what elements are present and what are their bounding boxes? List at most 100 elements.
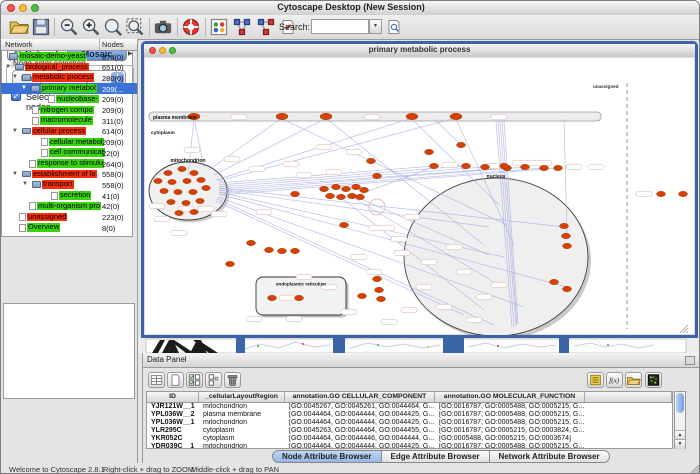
tree-row[interactable]: Overview8(0)	[1, 222, 133, 233]
tree-header[interactable]: Network Nodes	[1, 39, 133, 51]
background-windows-strip[interactable]	[138, 338, 700, 353]
table-scrollbar[interactable]: ▲ ▼	[674, 391, 686, 449]
graph-node[interactable]	[226, 261, 235, 266]
tab-node-attribute-browser[interactable]: Node Attribute Browser	[272, 450, 382, 463]
graph-node[interactable]	[375, 287, 384, 292]
tree-row[interactable]: response to stimulu264(0)	[1, 158, 133, 169]
zoom-selected-region-icon[interactable]	[103, 17, 123, 37]
attribute-table[interactable]: ID_cellularLayoutRegionannotation.GO CEL…	[146, 391, 673, 449]
disclosure-triangle-icon[interactable]: ▼	[22, 180, 28, 188]
graph-node[interactable]	[320, 113, 332, 119]
zoom-in-icon[interactable]	[81, 17, 101, 37]
table-row[interactable]: YDR039C__1mitochondrion[GO:0044464, GO:0…	[147, 443, 672, 449]
graph-node[interactable]	[377, 296, 386, 301]
graph-node[interactable]	[175, 210, 183, 215]
float-panel-icon[interactable]	[685, 356, 695, 365]
graph-node[interactable]	[342, 186, 351, 191]
attribute-batch-icon[interactable]	[587, 372, 604, 388]
network-view-b-icon[interactable]	[256, 17, 276, 37]
table-row[interactable]: YLR295Ccytoplasm[GO:0045263, GO:0044464,…	[147, 427, 672, 435]
tree-row[interactable]: ▼metabolic process280(0)	[1, 72, 133, 83]
graph-node[interactable]	[190, 170, 198, 175]
graph-node[interactable]	[196, 198, 204, 203]
graph-node[interactable]	[278, 248, 287, 253]
graph-node[interactable]	[560, 223, 569, 228]
delete-attribute-icon[interactable]	[224, 372, 241, 388]
graph-node[interactable]	[326, 193, 335, 198]
table-row[interactable]: YKR052Ccytoplasm[GO:0044464, GO:0044446,…	[147, 435, 672, 443]
graph-node[interactable]	[554, 165, 563, 170]
column-header[interactable]: _cellularLayoutRegion	[199, 392, 285, 402]
graph-node[interactable]	[167, 199, 175, 204]
new-attribute-icon[interactable]	[167, 372, 184, 388]
column-header[interactable]: ID	[147, 392, 199, 402]
graph-node[interactable]	[295, 295, 304, 300]
graph-node[interactable]	[202, 185, 210, 190]
graph-node[interactable]	[657, 191, 666, 196]
graph-node[interactable]	[540, 165, 549, 170]
tree-row[interactable]: ▼biological_process651(0)	[1, 62, 133, 73]
open-file-icon[interactable]	[9, 17, 29, 37]
attribute-table-icon[interactable]	[148, 372, 165, 388]
graph-node[interactable]	[183, 178, 191, 183]
graph-node[interactable]	[406, 113, 418, 119]
graph-node[interactable]	[430, 163, 439, 168]
network-snapshot-icon[interactable]	[153, 17, 173, 37]
graph-node[interactable]	[358, 293, 367, 298]
graph-node[interactable]	[360, 187, 369, 192]
network-canvas[interactable]: plasma membranecytoplasmmitochondrionnuc…	[144, 57, 695, 335]
graph-node[interactable]	[457, 142, 466, 147]
zoom-out-icon[interactable]	[59, 17, 79, 37]
disclosure-triangle-icon[interactable]: ▼	[12, 170, 18, 178]
graph-node[interactable]	[521, 164, 530, 169]
tree-row[interactable]: nucleobase-209(0)	[1, 94, 133, 105]
graph-node[interactable]	[500, 163, 509, 168]
graph-node[interactable]	[190, 209, 198, 214]
graph-node[interactable]	[462, 163, 471, 168]
import-attributes-icon[interactable]	[625, 372, 642, 388]
tree-row[interactable]: cellular metabol209(0)	[1, 137, 133, 148]
tree-row[interactable]: nitrogen compo209(0)	[1, 105, 133, 116]
graph-node[interactable]	[154, 178, 162, 183]
graph-node[interactable]	[373, 276, 382, 281]
scrollbar-thumb[interactable]	[676, 393, 684, 413]
table-row[interactable]: YPL036W__1mitochondrion[GO:0044464, GO:0…	[147, 419, 672, 427]
graph-node[interactable]	[276, 113, 288, 119]
graph-node[interactable]	[197, 177, 205, 182]
column-header[interactable]: annotation.GO MOLECULAR_FUNCTION	[435, 392, 585, 402]
graph-node[interactable]	[563, 286, 572, 291]
graph-node[interactable]	[550, 279, 559, 284]
graph-node[interactable]	[450, 113, 462, 119]
window-resize-grip[interactable]	[688, 463, 700, 474]
select-attributes-icon[interactable]	[186, 372, 203, 388]
help-icon[interactable]	[181, 17, 201, 37]
graph-node[interactable]	[265, 247, 274, 252]
graph-node[interactable]	[373, 173, 382, 178]
scroll-down-icon[interactable]: ▼	[675, 439, 685, 449]
graph-node[interactable]	[178, 166, 186, 171]
attribute-matrix-icon[interactable]	[645, 372, 662, 388]
graph-node[interactable]	[563, 243, 572, 248]
network-view-a-icon[interactable]	[232, 17, 252, 37]
search-input[interactable]	[311, 19, 369, 34]
graph-node[interactable]	[168, 179, 176, 184]
tree-row[interactable]: mosaic-demo-yeast874(0)	[1, 51, 133, 62]
graph-node[interactable]	[160, 188, 168, 193]
graph-node[interactable]	[291, 248, 300, 253]
column-header[interactable]: annotation.GO CELLULAR_COMPONENT	[285, 392, 435, 402]
birds-eye-view[interactable]	[3, 303, 135, 399]
disclosure-triangle-icon[interactable]: ▼	[12, 127, 18, 135]
search-dropdown-arrow-icon[interactable]: ▼	[369, 19, 382, 34]
formula-builder-icon[interactable]: f(x)	[606, 372, 623, 388]
disclosure-triangle-icon[interactable]: ▼	[12, 73, 18, 81]
graph-node[interactable]	[356, 194, 365, 199]
tree-row[interactable]: ▼transport558(0)	[1, 179, 133, 190]
disclosure-triangle-icon[interactable]: ▼	[21, 84, 27, 92]
graph-node[interactable]	[679, 191, 688, 196]
tree-row[interactable]: multi-organism pro42(0)	[1, 201, 133, 212]
tree-row[interactable]: macromolecule311(0)	[1, 115, 133, 126]
tree-row[interactable]: unassigned223(0)	[1, 212, 133, 223]
tree-row[interactable]: secretion41(0)	[1, 190, 133, 201]
table-row[interactable]: YJR121W__1mitochondrion[GO:0045267, GO:0…	[147, 403, 672, 411]
search-config-icon[interactable]	[386, 17, 402, 37]
